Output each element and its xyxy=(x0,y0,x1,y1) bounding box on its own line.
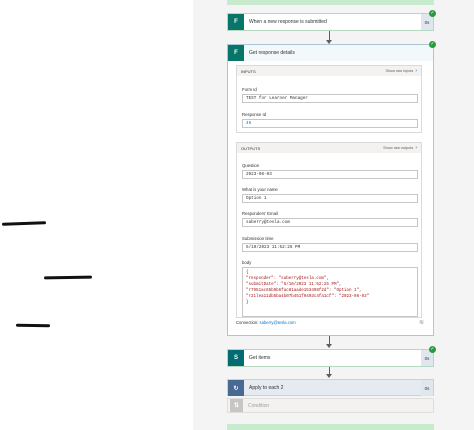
success-check-icon: ✓ xyxy=(429,41,436,48)
connection-info: Connection: saberry@tesla.com xyxy=(236,320,296,325)
get-items-step[interactable]: S Get items 0s xyxy=(227,349,434,367)
body-json-value: { "responder": "saberry@tesla.com", "sub… xyxy=(242,267,418,317)
outputs-panel: OUTPUTS Show raw outputs › Question 2023-… xyxy=(236,142,422,318)
redaction-mark xyxy=(43,275,93,280)
step-title: When a new response is submitted xyxy=(249,19,327,25)
submission-time-value: 5/10/2023 11:52:25 PM xyxy=(242,243,418,252)
what-is-your-name-value: Option 1 xyxy=(242,194,418,203)
connector-line xyxy=(329,31,330,40)
form-id-value: TEST for Learner Manager xyxy=(242,94,418,103)
success-check-icon: ✓ xyxy=(429,346,436,353)
show-raw-outputs-link[interactable]: Show raw outputs xyxy=(383,146,413,150)
condition-step[interactable]: ⇅ Condition xyxy=(227,398,434,413)
chevron-right-icon[interactable]: › xyxy=(415,68,417,74)
previous-step-edge xyxy=(227,0,434,5)
step-title: Get response details xyxy=(249,50,295,56)
json-line: } xyxy=(246,301,249,305)
connector-line xyxy=(329,336,330,344)
body-label: body xyxy=(242,260,252,265)
submission-time-label: Submission time xyxy=(242,236,274,241)
forms-icon: F xyxy=(228,14,244,30)
sharepoint-icon: S xyxy=(228,350,244,366)
step-title: Get items xyxy=(249,355,271,361)
trigger-step[interactable]: F When a new response is submitted 0s xyxy=(227,13,434,31)
inputs-header: INPUTS xyxy=(241,68,256,74)
duration-badge: 0s xyxy=(421,380,433,396)
response-id-value: 46 xyxy=(242,119,418,128)
forms-icon: F xyxy=(228,45,244,61)
settings-icon[interactable]: ≋ xyxy=(419,319,424,326)
form-id-label: Form Id xyxy=(242,87,257,92)
connector-arrow-icon xyxy=(326,344,332,348)
connection-link[interactable]: saberry@tesla.com xyxy=(260,320,296,325)
outputs-header: OUTPUTS xyxy=(241,145,261,151)
step-title: Condition xyxy=(248,402,270,409)
question-value: 2023-06-03 xyxy=(242,170,418,179)
step-title: Apply to each 2 xyxy=(249,385,284,391)
what-is-your-name-label: What is your name xyxy=(242,187,278,192)
responders-email-value: saberry@tesla.com xyxy=(242,218,418,227)
connector-arrow-icon xyxy=(326,374,332,378)
connection-label: Connection: xyxy=(236,320,259,325)
left-blank-area xyxy=(0,0,193,430)
show-raw-inputs-link[interactable]: Show raw inputs xyxy=(385,69,413,73)
chevron-right-icon[interactable]: › xyxy=(415,145,417,151)
responders-email-label: Responders' Email xyxy=(242,211,278,216)
next-step-edge xyxy=(227,424,434,430)
response-id-label: Response Id xyxy=(242,112,267,117)
loop-icon: ↻ xyxy=(228,380,244,396)
apply-to-each-step[interactable]: ↻ Apply to each 2 0s xyxy=(227,379,434,396)
redaction-mark xyxy=(15,323,51,328)
success-check-icon: ✓ xyxy=(429,10,436,17)
inputs-panel: INPUTS Show raw inputs › Form Id TEST for… xyxy=(236,65,422,133)
question-label: Question xyxy=(242,163,260,168)
condition-icon: ⇅ xyxy=(230,399,243,412)
redaction-mark xyxy=(1,221,47,226)
